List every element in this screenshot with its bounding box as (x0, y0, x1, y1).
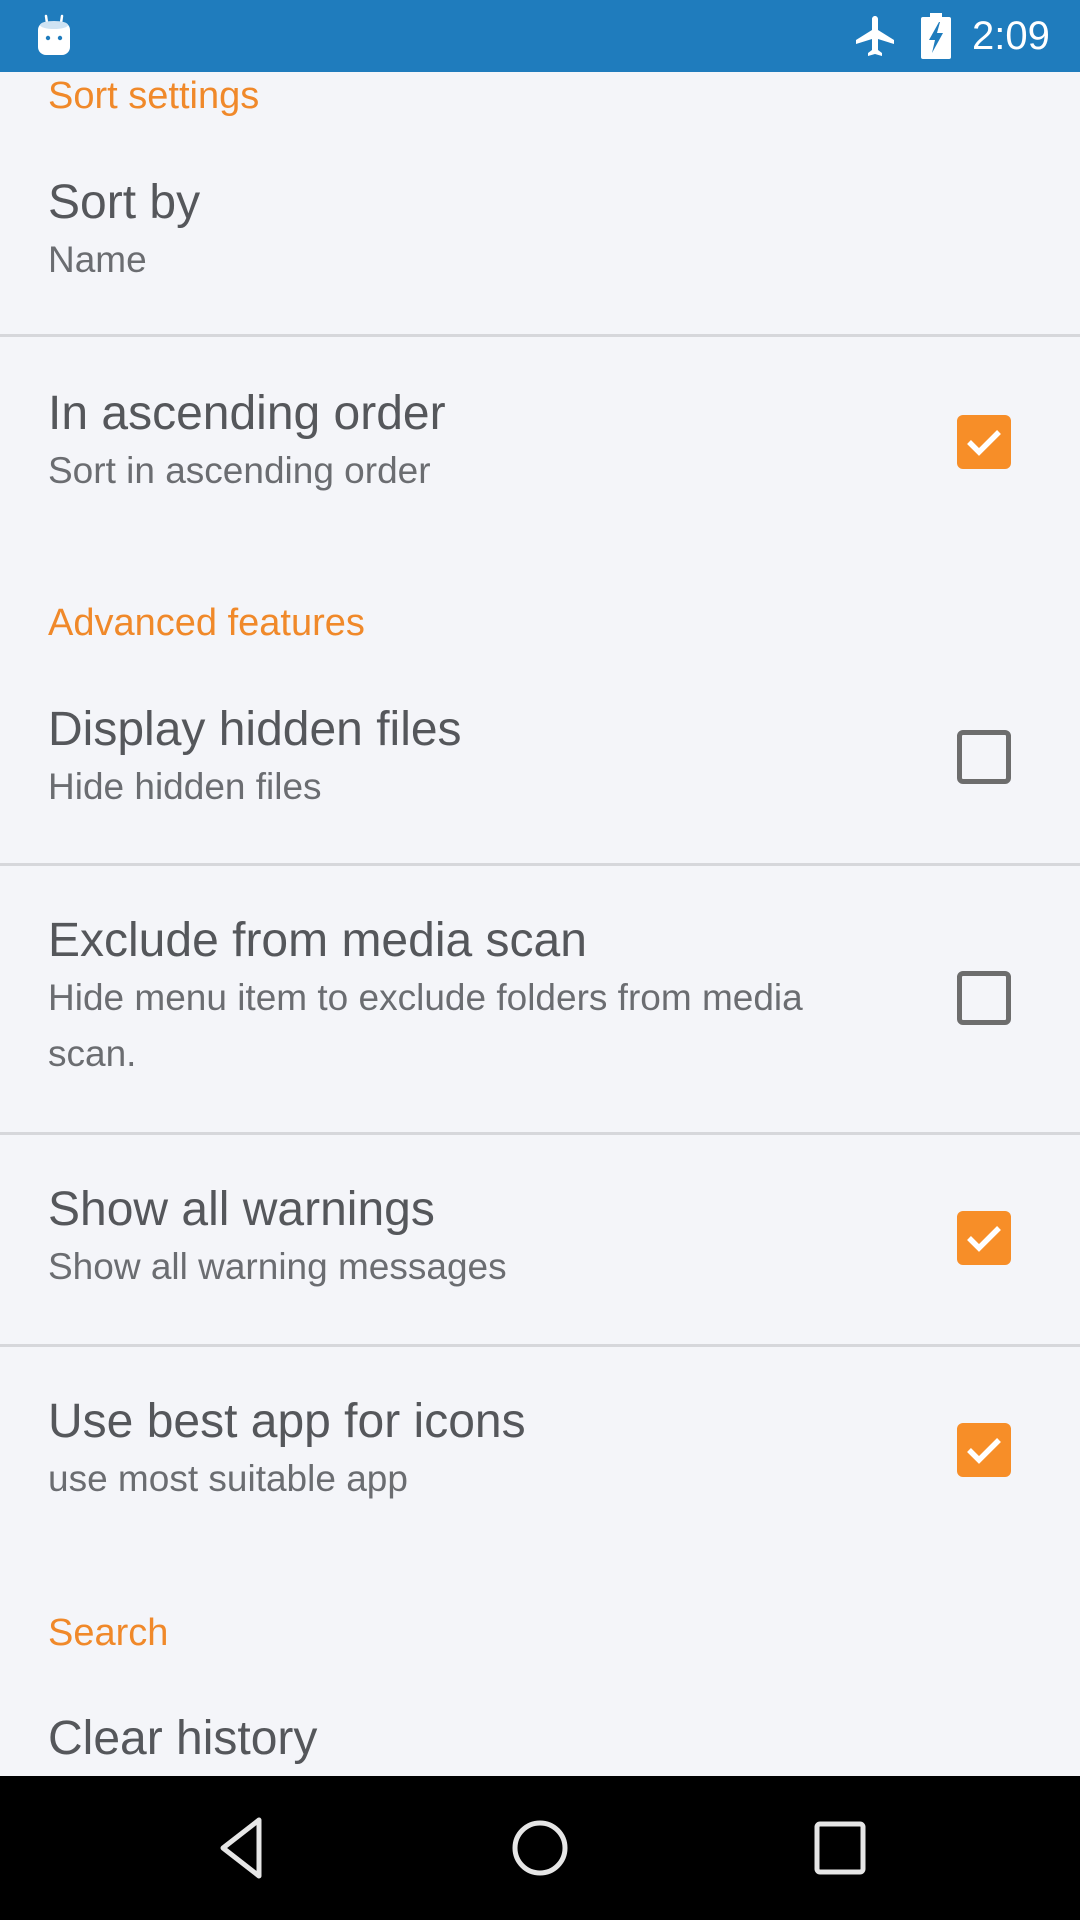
pref-summary: use most suitable app (48, 1458, 408, 1499)
checkbox-exclude-media-scan[interactable] (957, 971, 1011, 1025)
status-bar: 2:09 (0, 0, 1080, 72)
section-header-sort-settings: Sort settings (48, 75, 260, 117)
home-icon (512, 1820, 568, 1876)
pref-title: Exclude from media scan (48, 914, 587, 967)
pref-title: In ascending order (48, 387, 446, 440)
battery-charging-icon (921, 13, 951, 59)
status-time: 2:09 (972, 14, 1050, 58)
home-button[interactable] (495, 1806, 585, 1890)
navigation-bar (0, 1776, 1080, 1920)
checkbox-use-best-app-icons[interactable] (957, 1423, 1011, 1477)
recents-icon (814, 1821, 866, 1875)
checkbox-ascending-order[interactable] (957, 415, 1011, 469)
divider (0, 863, 1080, 866)
divider (0, 1132, 1080, 1135)
back-button[interactable] (196, 1806, 286, 1890)
section-header-search: Search (48, 1612, 169, 1654)
pref-summary: Hide menu item to exclude folders from m… (48, 977, 803, 1074)
pref-title: Show all warnings (48, 1183, 435, 1236)
pref-title: Use best app for icons (48, 1395, 526, 1448)
pref-summary: Sort in ascending order (48, 450, 431, 491)
airplane-mode-icon (856, 16, 894, 56)
pref-title: Clear history (48, 1712, 318, 1765)
pref-title: Sort by (48, 176, 201, 229)
divider (0, 1344, 1080, 1347)
pref-summary: Hide hidden files (48, 766, 322, 807)
recents-button[interactable] (795, 1806, 885, 1890)
section-header-advanced-features: Advanced features (48, 602, 365, 644)
checkmark-icon (967, 1226, 1001, 1252)
checkbox-display-hidden-files[interactable] (957, 730, 1011, 784)
pref-title: Display hidden files (48, 703, 462, 756)
back-icon (220, 1817, 262, 1879)
checkbox-show-all-warnings[interactable] (957, 1211, 1011, 1265)
pref-summary: Name (48, 239, 147, 280)
android-app-icon (38, 14, 70, 55)
divider (0, 334, 1080, 337)
checkmark-icon (967, 1438, 1001, 1464)
checkmark-icon (967, 430, 1001, 456)
pref-summary: Show all warning messages (48, 1246, 507, 1287)
settings-list[interactable]: Sort settings Sort by Name In ascending … (0, 72, 1080, 1776)
